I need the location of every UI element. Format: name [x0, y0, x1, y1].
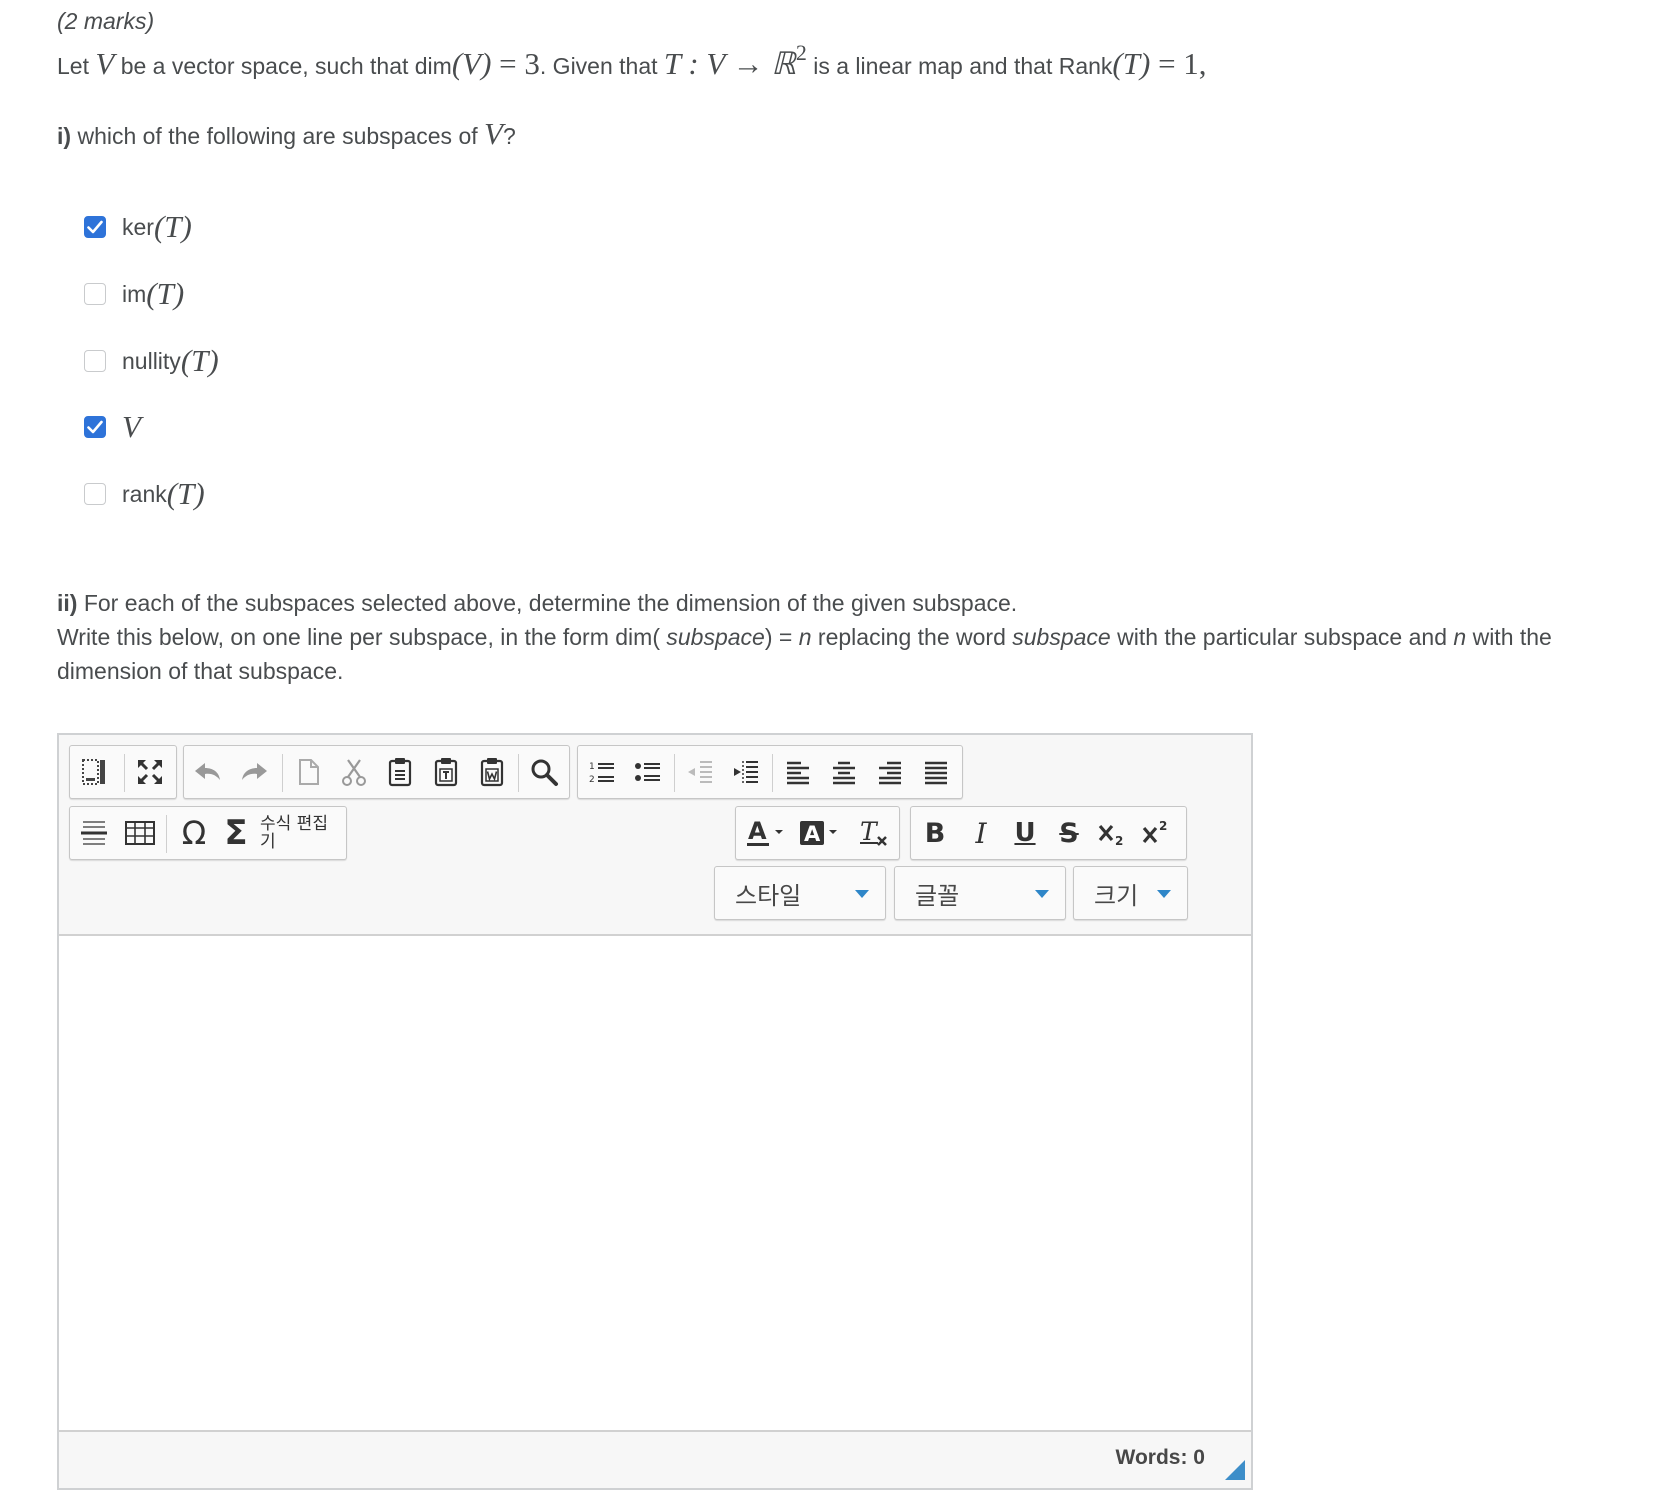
align-right-icon[interactable] — [870, 752, 910, 792]
subscript-icon[interactable]: 2 — [1093, 813, 1133, 853]
table-icon[interactable] — [120, 813, 160, 853]
svg-text:2: 2 — [1115, 834, 1123, 848]
rich-text-editor: 12 Ω Σ 수식 편집기 A A T B I U S 2 2 스타일 글꼴 크… — [57, 733, 1253, 1490]
outdent-icon[interactable] — [680, 752, 720, 792]
editor-toolbar: 12 Ω Σ 수식 편집기 A A T B I U S 2 2 스타일 글꼴 크… — [59, 735, 1251, 936]
svg-text:1: 1 — [589, 762, 595, 772]
svg-text:A: A — [804, 822, 821, 846]
find-icon[interactable] — [524, 752, 564, 792]
toolbar-group-insert: Ω Σ 수식 편집기 — [69, 806, 347, 860]
background-color-icon[interactable]: A — [796, 813, 844, 853]
checkbox-checked[interactable] — [84, 416, 106, 438]
toolbar-group-edit — [183, 745, 570, 799]
toolbar-group-colors: A A T — [735, 806, 900, 860]
svg-text:2: 2 — [1159, 819, 1167, 833]
option-ker[interactable]: ker (T) — [84, 209, 192, 245]
option-v[interactable]: V — [84, 409, 141, 445]
part-two-prompt: ii) For each of the subspaces selected a… — [57, 590, 1552, 684]
font-dropdown-label: 글꼴 — [915, 882, 960, 910]
style-dropdown-label: 스타일 — [735, 882, 802, 910]
option-rank[interactable]: rank (T) — [84, 476, 205, 512]
resize-handle[interactable] — [1225, 1460, 1245, 1480]
superscript-icon[interactable]: 2 — [1137, 813, 1177, 853]
text-color-icon[interactable]: A — [742, 813, 790, 853]
checkbox-unchecked[interactable] — [84, 483, 106, 505]
word-count: Words: 0 — [1115, 1446, 1205, 1469]
justify-icon[interactable] — [916, 752, 956, 792]
remove-format-icon[interactable]: T — [854, 813, 894, 853]
paste-icon[interactable] — [380, 752, 420, 792]
marks-label: (2 marks) — [57, 8, 155, 34]
option-im[interactable]: im (T) — [84, 276, 184, 312]
align-left-icon[interactable] — [778, 752, 818, 792]
omega-icon[interactable]: Ω — [174, 813, 214, 853]
font-dropdown[interactable]: 글꼴 — [894, 866, 1066, 920]
toolbar-group-paragraph: 12 — [577, 745, 963, 799]
bulleted-list-icon[interactable] — [628, 752, 668, 792]
cut-icon[interactable] — [334, 752, 374, 792]
checkbox-unchecked[interactable] — [84, 350, 106, 372]
svg-text:A: A — [748, 817, 767, 845]
editor-status-bar: Words: 0 — [59, 1430, 1251, 1488]
svg-text:T: T — [860, 817, 879, 846]
sigma-icon[interactable]: Σ — [216, 813, 256, 853]
bold-icon[interactable]: B — [915, 813, 955, 853]
align-center-icon[interactable] — [824, 752, 864, 792]
toolbar-group-document — [69, 745, 177, 799]
size-dropdown[interactable]: 크기 — [1073, 866, 1188, 920]
maximize-icon[interactable] — [130, 752, 170, 792]
svg-text:2: 2 — [589, 775, 595, 785]
chevron-down-icon — [855, 890, 869, 898]
checkbox-unchecked[interactable] — [84, 283, 106, 305]
option-nullity[interactable]: nullity (T) — [84, 343, 219, 379]
strikethrough-icon[interactable]: S — [1049, 813, 1089, 853]
undo-icon[interactable] — [188, 752, 228, 792]
new-page-icon[interactable] — [288, 752, 328, 792]
source-icon[interactable] — [74, 752, 114, 792]
style-dropdown[interactable]: 스타일 — [714, 866, 886, 920]
paste-word-icon[interactable] — [472, 752, 512, 792]
underline-icon[interactable]: U — [1005, 813, 1045, 853]
chevron-down-icon — [1157, 890, 1171, 898]
chevron-down-icon — [1035, 890, 1049, 898]
equation-editor-button[interactable]: 수식 편집기 — [260, 815, 332, 851]
indent-icon[interactable] — [726, 752, 766, 792]
size-dropdown-label: 크기 — [1094, 882, 1139, 910]
editor-content-area[interactable] — [59, 936, 1251, 1430]
redo-icon[interactable] — [234, 752, 274, 792]
horizontal-rule-icon[interactable] — [74, 813, 114, 853]
part-one-prompt: i) which of the following are subspaces … — [57, 116, 516, 151]
checkbox-checked[interactable] — [84, 216, 106, 238]
paste-text-icon[interactable] — [426, 752, 466, 792]
italic-icon[interactable]: I — [961, 813, 1001, 853]
question-stem: Let V be a vector space, such that dim(V… — [57, 40, 1207, 81]
toolbar-group-basicstyles: B I U S 2 2 — [910, 806, 1187, 860]
numbered-list-icon[interactable]: 12 — [582, 752, 622, 792]
